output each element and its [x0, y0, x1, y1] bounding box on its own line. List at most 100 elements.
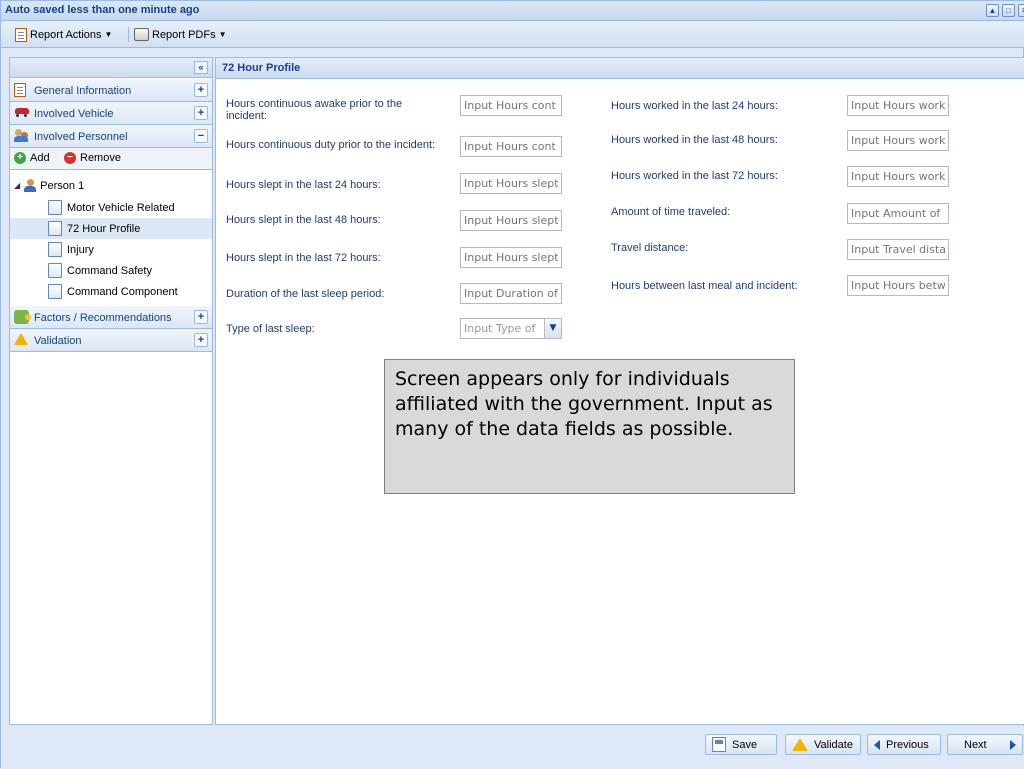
section-involved-personnel[interactable]: Involved Personnel − [10, 125, 212, 148]
report-pdfs-label: Report PDFs [152, 28, 216, 41]
field-label: Hours between last meal and incident: [611, 280, 798, 292]
toolbar: Report Actions ▼ Report PDFs ▼ [1, 21, 1024, 48]
remove-person-button[interactable]: − Remove [64, 152, 121, 164]
person-icon [24, 179, 37, 192]
title-bar: Auto saved less than one minute ago ▲ □ … [1, 1, 1024, 21]
expand-icon[interactable]: + [194, 106, 208, 120]
sidebar: « General Information + Involved Vehicle… [9, 57, 213, 725]
tree-item-72-hour-profile[interactable]: 72 Hour Profile [10, 218, 212, 239]
save-label: Save [732, 738, 758, 751]
section-label: Involved Personnel [34, 131, 128, 143]
hours-worked-24-input[interactable] [847, 95, 949, 116]
tree-node-person-1[interactable]: ◢ Person 1 [10, 176, 212, 197]
field-label: Hours slept in the last 72 hours: [226, 252, 381, 264]
hours-worked-72-input[interactable] [847, 166, 949, 187]
hours-slept-48-input[interactable] [460, 210, 562, 231]
select-placeholder: Input Type of [464, 322, 536, 335]
previous-button[interactable]: Previous [867, 734, 941, 755]
annotation-note: Screen appears only for individuals affi… [384, 359, 795, 494]
next-label: Next [964, 738, 987, 751]
field-label: Amount of time traveled: [611, 206, 731, 218]
section-label: Factors / Recommendations [34, 312, 172, 324]
section-validation[interactable]: Validation + [10, 329, 212, 352]
field-label: Hours worked in the last 72 hours: [611, 170, 778, 182]
tree-item-label: Command Safety [67, 264, 152, 277]
add-label: Add [30, 152, 50, 164]
page-icon [48, 284, 62, 299]
chevron-down-icon: ▼ [218, 30, 227, 39]
minimize-button[interactable]: ▲ [986, 4, 999, 17]
warning-icon [792, 738, 808, 751]
panel-header: 72 Hour Profile [216, 58, 1024, 79]
hours-slept-24-input[interactable] [460, 173, 562, 194]
section-involved-vehicle[interactable]: Involved Vehicle + [10, 102, 212, 125]
arrow-left-icon [874, 739, 880, 750]
puzzle-icon [14, 310, 31, 324]
sidebar-header: « [10, 58, 212, 78]
tree-item-command-safety[interactable]: Command Safety [10, 260, 212, 281]
collapse-icon[interactable]: − [194, 129, 208, 143]
field-label: Hours continuous awake prior to the inci… [226, 98, 403, 122]
validate-button[interactable]: Validate [785, 734, 861, 755]
report-pdfs-button[interactable]: Report PDFs ▼ [134, 25, 227, 44]
hours-since-meal-input[interactable] [847, 275, 949, 296]
tree-item-injury[interactable]: Injury [10, 239, 212, 260]
collapse-sidebar-icon[interactable]: « [194, 61, 208, 74]
expand-icon[interactable]: + [194, 310, 208, 324]
printer-icon [134, 28, 149, 41]
tree-item-label: Injury [67, 243, 94, 256]
section-general-information[interactable]: General Information + [10, 79, 212, 102]
chevron-down-icon: ▼ [104, 30, 113, 39]
travel-distance-input[interactable] [847, 239, 949, 260]
section-label: General Information [34, 85, 132, 97]
tree-item-command-component[interactable]: Command Component [10, 281, 212, 302]
page-icon [48, 263, 62, 278]
field-label: Hours worked in the last 24 hours: [611, 100, 778, 112]
remove-label: Remove [80, 152, 121, 164]
field-label: Hours continuous duty prior to the incid… [226, 139, 436, 151]
tree-item-motor-vehicle-related[interactable]: Motor Vehicle Related [10, 197, 212, 218]
section-factors-recommendations[interactable]: Factors / Recommendations + [10, 306, 212, 329]
expand-icon[interactable]: + [194, 83, 208, 97]
add-icon: + [14, 152, 26, 164]
close-button[interactable]: ✕ [1018, 4, 1024, 17]
person-label: Person 1 [40, 179, 85, 192]
add-person-button[interactable]: + Add [14, 152, 50, 164]
page-icon [48, 242, 62, 257]
previous-label: Previous [886, 738, 929, 751]
report-actions-button[interactable]: Report Actions ▼ [15, 25, 112, 44]
vehicle-icon [14, 106, 30, 118]
tree-item-label: Motor Vehicle Related [67, 201, 175, 214]
chevron-down-icon[interactable]: ▼ [544, 319, 561, 338]
field-label: Hours slept in the last 24 hours: [226, 179, 381, 191]
toolbar-divider [128, 27, 129, 42]
hours-awake-input[interactable] [460, 95, 562, 116]
panel-title: 72 Hour Profile [222, 62, 301, 74]
last-sleep-duration-input[interactable] [460, 283, 562, 304]
document-icon [14, 83, 26, 97]
autosave-status: Auto saved less than one minute ago [5, 4, 200, 16]
next-button[interactable]: Next [947, 734, 1023, 755]
field-label: Travel distance: [611, 242, 689, 254]
time-traveled-input[interactable] [847, 203, 949, 224]
hours-slept-72-input[interactable] [460, 247, 562, 268]
save-button[interactable]: Save [705, 734, 777, 755]
expand-icon[interactable]: + [194, 333, 208, 347]
tree-expanded-icon[interactable]: ◢ [14, 181, 20, 190]
tree-item-label: Command Component [67, 285, 178, 298]
field-label: Duration of the last sleep period: [226, 288, 385, 300]
footer-bar: Save Validate Previous Next [1, 726, 1024, 769]
report-actions-label: Report Actions [30, 28, 102, 41]
page-icon [48, 200, 62, 215]
warning-icon [14, 333, 28, 345]
field-label: Hours slept in the last 48 hours: [226, 214, 381, 226]
section-label: Involved Vehicle [34, 108, 114, 120]
report-icon [15, 27, 27, 42]
hours-worked-48-input[interactable] [847, 130, 949, 151]
personnel-icon [14, 129, 30, 143]
maximize-button[interactable]: □ [1002, 4, 1015, 17]
hours-duty-input[interactable] [460, 136, 562, 157]
validate-label: Validate [814, 738, 853, 751]
last-sleep-type-select[interactable]: Input Type of ▼ [460, 318, 562, 339]
tree-item-label: 72 Hour Profile [67, 222, 141, 235]
